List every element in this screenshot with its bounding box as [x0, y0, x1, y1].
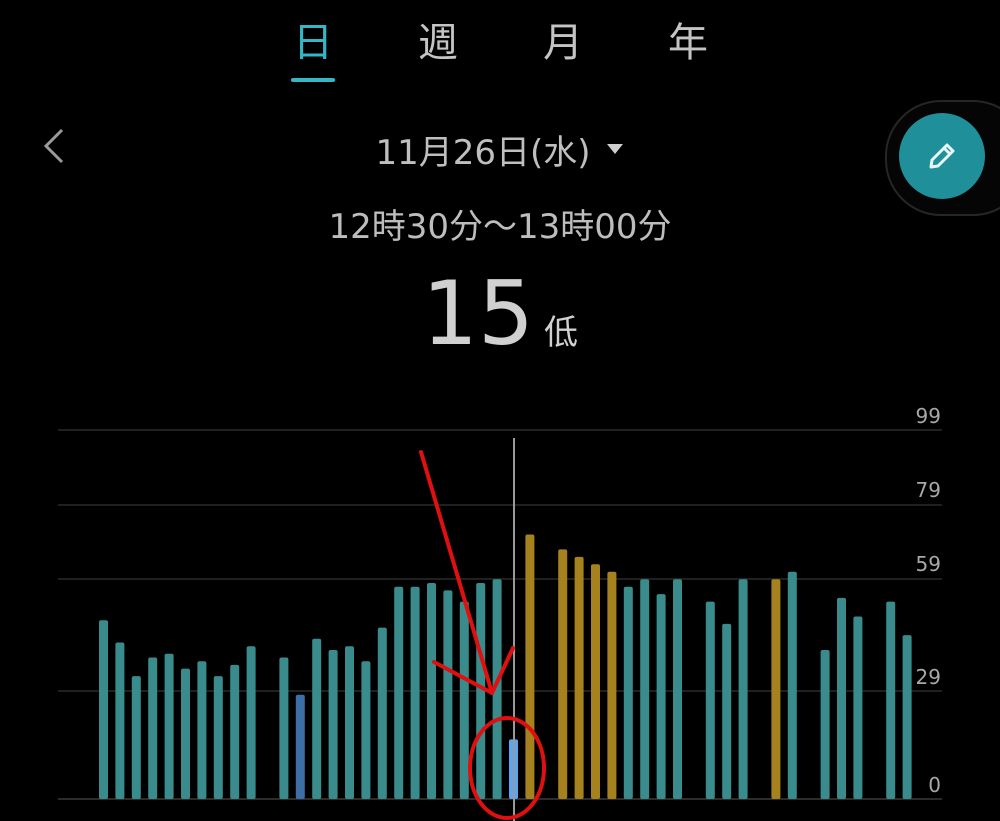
chart-bar[interactable] — [558, 549, 568, 799]
chart-bar[interactable] — [394, 586, 404, 799]
chart-bar[interactable] — [591, 564, 600, 799]
chart-bar[interactable] — [345, 646, 354, 799]
chart-bar[interactable] — [853, 616, 863, 800]
chart-bar[interactable] — [148, 657, 158, 800]
chart-bar[interactable] — [640, 579, 650, 799]
chart-bar[interactable] — [427, 583, 436, 799]
y-tick-label: 99 — [916, 404, 941, 428]
chart-bar[interactable] — [181, 668, 190, 799]
chart-bar[interactable] — [164, 653, 174, 799]
chart-bar[interactable] — [230, 664, 240, 799]
chart-bar[interactable] — [787, 571, 797, 799]
chart-bar[interactable] — [328, 650, 338, 799]
chart-bar[interactable] — [312, 638, 322, 799]
y-tick-label: 29 — [916, 665, 941, 689]
chart-bar[interactable] — [673, 579, 682, 799]
chart-bar[interactable] — [377, 627, 387, 799]
y-tick-label: 59 — [916, 552, 941, 576]
chart-bar[interactable] — [295, 694, 305, 799]
chart-bar[interactable] — [213, 676, 223, 799]
chart-bar[interactable] — [722, 623, 732, 799]
chart-bar[interactable] — [607, 571, 617, 799]
chart-bar[interactable] — [771, 579, 781, 799]
chart-bar[interactable] — [410, 586, 420, 799]
chart-bar[interactable] — [525, 534, 535, 800]
chart-bar[interactable] — [131, 676, 141, 799]
chart-bar[interactable] — [197, 661, 207, 799]
chart-bar[interactable] — [476, 583, 486, 799]
stress-bar-chart: 99 79 59 29 0 — [58, 404, 942, 821]
chart-bar[interactable] — [459, 601, 469, 799]
chart-bar[interactable] — [820, 650, 830, 799]
chart-bar[interactable] — [705, 601, 715, 799]
chart-bar[interactable] — [902, 635, 912, 799]
chart-bar[interactable] — [361, 661, 371, 799]
chart-bar[interactable] — [656, 594, 666, 799]
chart-bar[interactable] — [837, 597, 846, 799]
chart-bar[interactable] — [115, 642, 125, 800]
chart-bar[interactable] — [574, 556, 584, 799]
chart-bar[interactable] — [886, 601, 896, 799]
chart-bar[interactable] — [246, 646, 256, 799]
chart-bar[interactable] — [279, 657, 289, 800]
chart-bar[interactable] — [738, 579, 748, 799]
y-tick-label: 0 — [928, 773, 941, 797]
chart-bar[interactable] — [623, 586, 633, 799]
y-tick-label: 79 — [916, 478, 941, 502]
chart-bar[interactable] — [443, 590, 453, 799]
chart-bar[interactable] — [99, 620, 108, 799]
